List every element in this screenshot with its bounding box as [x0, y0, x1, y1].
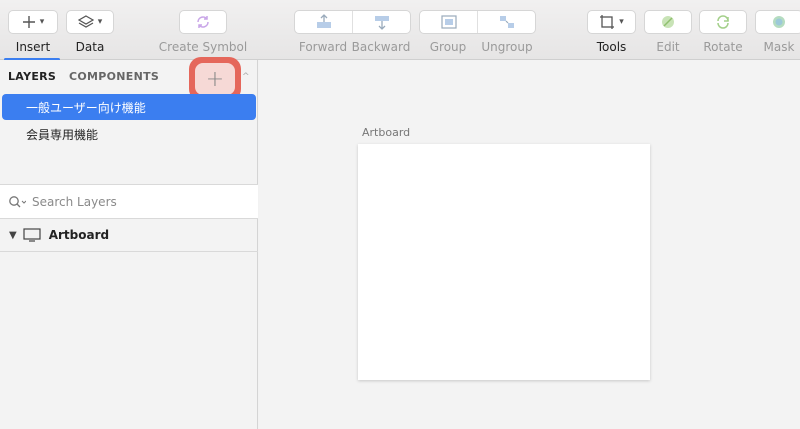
layers-stack-icon — [77, 15, 94, 28]
edit-shape-icon — [662, 16, 674, 28]
data-label: Data — [75, 40, 105, 54]
mask-icon — [773, 16, 785, 28]
tools-label: Tools — [596, 40, 627, 54]
layer-name: Artboard — [48, 228, 110, 242]
tab-layers[interactable]: LAYERS — [8, 70, 56, 83]
collapse-pages-icon[interactable]: ^ — [242, 72, 250, 82]
ungroup-button[interactable] — [477, 11, 535, 33]
toolbar: ▾ Insert ▾ Data Create Symbol Forward Ba… — [0, 0, 800, 61]
divider — [0, 251, 258, 252]
artboard-title[interactable]: Artboard — [362, 126, 410, 139]
canvas[interactable]: Artboard — [259, 60, 800, 429]
create-symbol-button[interactable] — [179, 10, 227, 34]
edit-label: Edit — [656, 40, 680, 54]
backward-button[interactable] — [352, 11, 410, 33]
data-button[interactable]: ▾ — [66, 10, 114, 34]
ungroup-icon — [499, 16, 514, 28]
group-segment — [419, 10, 536, 34]
artboard[interactable] — [358, 144, 650, 380]
search-input[interactable] — [32, 194, 232, 209]
rotate-label: Rotate — [703, 40, 743, 54]
tab-components[interactable]: COMPONENTS — [69, 70, 159, 83]
layer-row-artboard[interactable]: ▼ Artboard — [0, 219, 258, 251]
backward-label: Backward — [351, 40, 411, 54]
layer-search — [0, 185, 258, 218]
monitor-icon — [23, 228, 41, 242]
send-backward-icon — [374, 16, 389, 30]
forward-label: Forward — [298, 40, 348, 54]
crop-tools-icon — [600, 15, 615, 29]
create-symbol-label: Create Symbol — [158, 40, 248, 54]
symbol-sync-icon — [197, 16, 209, 28]
insert-label: Insert — [15, 40, 51, 54]
ungroup-label: Ungroup — [481, 40, 533, 54]
page-item-general[interactable]: 一般ユーザー向け機能 — [2, 94, 256, 120]
rotate-icon — [717, 15, 729, 29]
forward-button[interactable] — [295, 11, 352, 33]
mask-label: Mask — [763, 40, 795, 54]
bring-forward-icon — [316, 14, 331, 28]
add-page-button[interactable]: + — [195, 63, 235, 95]
insert-button[interactable]: ▾ — [8, 10, 58, 34]
tools-button[interactable]: ▾ — [587, 10, 636, 34]
rotate-button[interactable] — [699, 10, 747, 34]
chevron-down-icon: ▾ — [619, 17, 624, 27]
search-icon — [9, 195, 26, 207]
arrange-segment — [294, 10, 411, 34]
group-label: Group — [429, 40, 467, 54]
layers-panel: LAYERS COMPONENTS + ^ 一般ユーザー向け機能 会員専用機能 … — [0, 57, 258, 429]
chevron-down-icon: ▾ — [97, 17, 103, 27]
disclosure-triangle-icon[interactable]: ▼ — [9, 230, 17, 241]
chevron-down-icon: ▾ — [39, 17, 45, 27]
page-item-members[interactable]: 会員専用機能 — [2, 121, 256, 147]
group-button[interactable] — [420, 11, 477, 33]
group-icon — [440, 15, 457, 29]
mask-button[interactable] — [755, 10, 800, 34]
edit-button[interactable] — [644, 10, 692, 34]
plus-icon — [22, 16, 35, 28]
